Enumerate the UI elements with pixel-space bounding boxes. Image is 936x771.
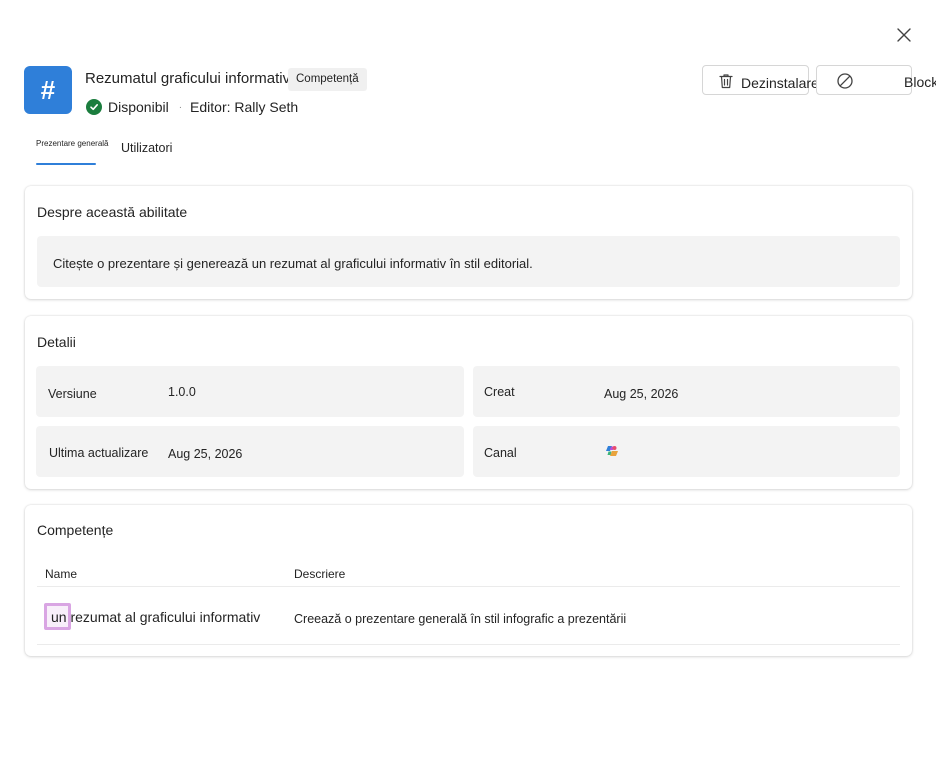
updated-label: Ultima actualizare: [49, 446, 149, 460]
detail-channel: Canal: [473, 426, 900, 477]
checkmark-circle-icon: [86, 99, 102, 115]
publisher-text: Editor: Rally Seth: [190, 99, 299, 115]
updated-value: Aug 25, 2026: [168, 447, 243, 461]
skills-title: Competențe: [37, 522, 114, 538]
close-icon: [897, 28, 911, 42]
app-icon: #: [24, 66, 72, 114]
version-value: 1.0.0: [168, 385, 196, 399]
skill-description: Creează o prezentare generală în stil in…: [294, 612, 627, 626]
created-value: Aug 25, 2026: [604, 387, 679, 401]
status-row: Disponibil · Editor: Rally Seth: [86, 97, 298, 117]
created-label: Creat: [484, 385, 515, 399]
about-description-box: Citește o prezentare și generează un rez…: [37, 236, 900, 287]
tab-overview[interactable]: Prezentare generală: [36, 139, 109, 148]
type-badge: Competență: [288, 68, 367, 91]
uninstall-label: Dezinstalarea: [741, 75, 827, 91]
skills-card: Competențe Name Descriere un rezumat al …: [25, 505, 912, 656]
table-row-divider: [37, 644, 900, 645]
detail-created: Creat Aug 25, 2026: [473, 366, 900, 417]
block-button[interactable]: Block: [816, 65, 936, 95]
channel-label: Canal: [484, 446, 517, 460]
version-label: Versiune: [48, 387, 97, 401]
details-title: Detalii: [37, 334, 76, 350]
about-title: Despre această abilitate: [37, 204, 188, 220]
block-label: Block: [904, 74, 936, 90]
active-tab-indicator: [36, 163, 96, 165]
about-description: Citește o prezentare și generează un rez…: [53, 256, 533, 271]
table-header-divider: [37, 586, 900, 587]
column-header-description: Descriere: [294, 567, 346, 581]
detail-updated: Ultima actualizare Aug 25, 2026: [36, 426, 464, 477]
trash-icon: [719, 74, 733, 89]
uninstall-button[interactable]: Dezinstalarea: [702, 65, 827, 95]
about-card: Despre această abilitate Citește o preze…: [25, 186, 912, 299]
skill-name[interactable]: un rezumat al graficului informativ: [51, 609, 260, 625]
copilot-icon: [606, 446, 618, 456]
close-button[interactable]: [893, 24, 915, 46]
status-separator: ·: [178, 101, 183, 113]
details-card: Detalii Versiune 1.0.0 Creat Aug 25, 202…: [25, 316, 912, 489]
tab-users[interactable]: Utilizatori: [121, 141, 172, 155]
status-text: Disponibil: [108, 99, 169, 115]
app-icon-glyph: #: [40, 74, 56, 105]
column-header-name: Name: [45, 567, 78, 581]
detail-version: Versiune 1.0.0: [36, 366, 464, 417]
block-icon: [837, 73, 853, 89]
app-title: Rezumatul graficului informativ: [85, 70, 291, 87]
